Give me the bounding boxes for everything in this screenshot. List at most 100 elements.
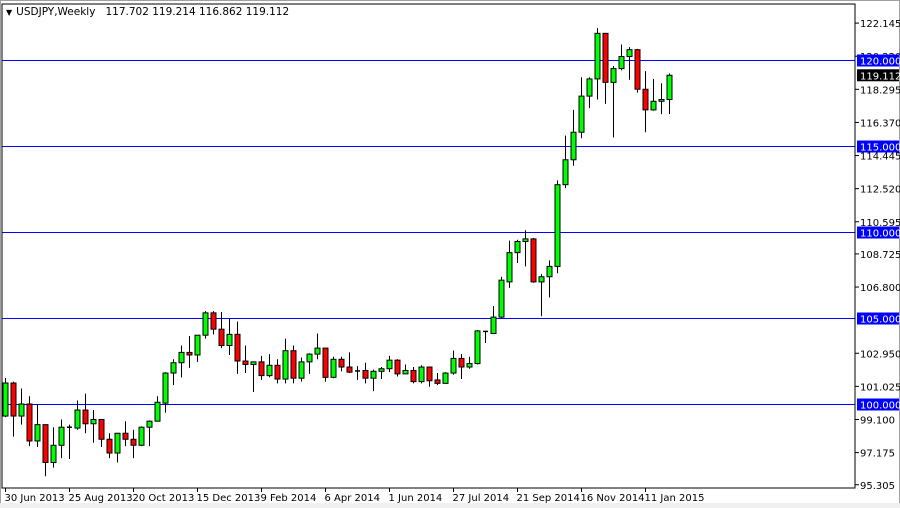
candle-body-bull <box>138 426 145 446</box>
candle <box>378 367 385 380</box>
candle <box>506 240 513 288</box>
candle <box>194 334 201 362</box>
x-tick-label: 27 Jul 2014 <box>453 493 510 504</box>
candle-body-bull <box>202 312 209 336</box>
candle-body-bear <box>634 49 641 90</box>
candle-body-bull <box>18 403 25 417</box>
candle-body-bull <box>162 372 169 404</box>
y-tick-label: 112.520 <box>860 185 900 196</box>
candle <box>618 44 625 71</box>
level-label: 120.000 <box>860 57 900 68</box>
candle <box>226 318 233 355</box>
candle-body-bull <box>58 426 65 446</box>
candle <box>250 361 257 392</box>
candle <box>426 366 433 387</box>
candle <box>138 426 145 447</box>
triangle-down-icon[interactable]: ▼ <box>6 8 12 17</box>
y-tick-label: 116.370 <box>860 118 900 129</box>
candle-body-bull <box>490 316 497 334</box>
candle <box>474 330 481 365</box>
candle-body-bull <box>282 350 289 380</box>
candle <box>338 356 345 372</box>
candle <box>386 355 393 373</box>
candle <box>466 356 473 369</box>
x-tick-label: 15 Dec 2013 <box>197 493 261 504</box>
candle <box>130 429 137 459</box>
candle <box>26 396 33 447</box>
candle-body-bull <box>146 420 153 428</box>
candle <box>42 424 49 477</box>
candle-body-bull <box>578 95 585 133</box>
candle-body-bull <box>554 184 561 267</box>
candle <box>370 369 377 392</box>
candle-body-bull <box>298 361 305 379</box>
candle-body-bear <box>394 359 401 375</box>
candle-body-bull <box>498 279 505 318</box>
candle <box>306 353 313 374</box>
candle-body-bull <box>666 74 673 101</box>
candle-body-bull <box>466 363 473 368</box>
candle-body-bear <box>274 364 281 380</box>
candle <box>602 32 609 104</box>
candle <box>210 311 217 335</box>
candle <box>514 239 521 263</box>
candle-body-bull <box>626 49 633 58</box>
candle-body-bull <box>450 357 457 374</box>
candle-body-bull <box>610 68 617 83</box>
candle-body-bear <box>642 88 649 111</box>
candle <box>154 396 161 422</box>
candle <box>442 372 449 384</box>
candle <box>50 427 57 468</box>
candle-body-bull <box>386 359 393 370</box>
candle-body-bear <box>26 403 33 442</box>
candle <box>522 230 529 267</box>
candle <box>314 333 321 360</box>
level-label: 105.000 <box>860 315 900 326</box>
candle-body-bear <box>290 350 297 379</box>
candle-body-bear <box>210 312 217 330</box>
x-tick-label: 21 Sep 2014 <box>517 493 580 504</box>
candle <box>322 347 329 382</box>
candle <box>82 393 89 434</box>
x-tick-label: 11 Jan 2015 <box>645 493 705 504</box>
candle <box>658 83 665 115</box>
x-tick-label: 6 Apr 2014 <box>325 493 380 504</box>
candle <box>546 260 553 298</box>
candle-body-bear <box>458 357 465 368</box>
candle-body-bull <box>170 362 177 374</box>
candle <box>498 276 505 318</box>
candle-body-bull <box>226 333 233 347</box>
candle <box>114 432 121 463</box>
candle-body-bear <box>338 358 345 368</box>
candle-body-bull <box>570 131 577 161</box>
candlestick-chart[interactable]: 122.145120.220118.295116.370114.445112.5… <box>0 0 900 508</box>
candle <box>146 420 153 447</box>
candle <box>90 410 97 443</box>
y-tick-label: 101.025 <box>860 382 900 393</box>
candle-body-bull <box>178 351 185 364</box>
chart-header: ▼ USDJPY,Weekly 117.702 119.214 116.862 … <box>6 6 289 18</box>
candle <box>34 404 41 447</box>
candle-body-bear <box>218 328 225 347</box>
candle-body-bull <box>506 252 513 283</box>
candle <box>218 311 225 349</box>
candle-body-bull <box>2 382 9 417</box>
candle <box>634 48 641 93</box>
ohlc-readout: 117.702 119.214 116.862 119.112 <box>105 6 290 18</box>
candle <box>18 388 25 425</box>
candle-body-bull <box>330 358 337 378</box>
candle <box>538 274 545 317</box>
candle <box>530 238 537 283</box>
candle-body-bull <box>314 347 321 355</box>
candle-body-bear <box>122 432 129 440</box>
x-tick-label: 16 Nov 2014 <box>581 493 645 504</box>
candle <box>362 362 369 384</box>
candle <box>570 109 577 166</box>
candle-body-bull <box>90 418 97 425</box>
candle-body-bear <box>410 369 417 383</box>
candle <box>202 311 209 339</box>
level-label: 100.000 <box>860 401 900 412</box>
candle <box>170 359 177 386</box>
candle-body-bull <box>594 32 601 80</box>
candle-body-bull <box>266 364 273 377</box>
